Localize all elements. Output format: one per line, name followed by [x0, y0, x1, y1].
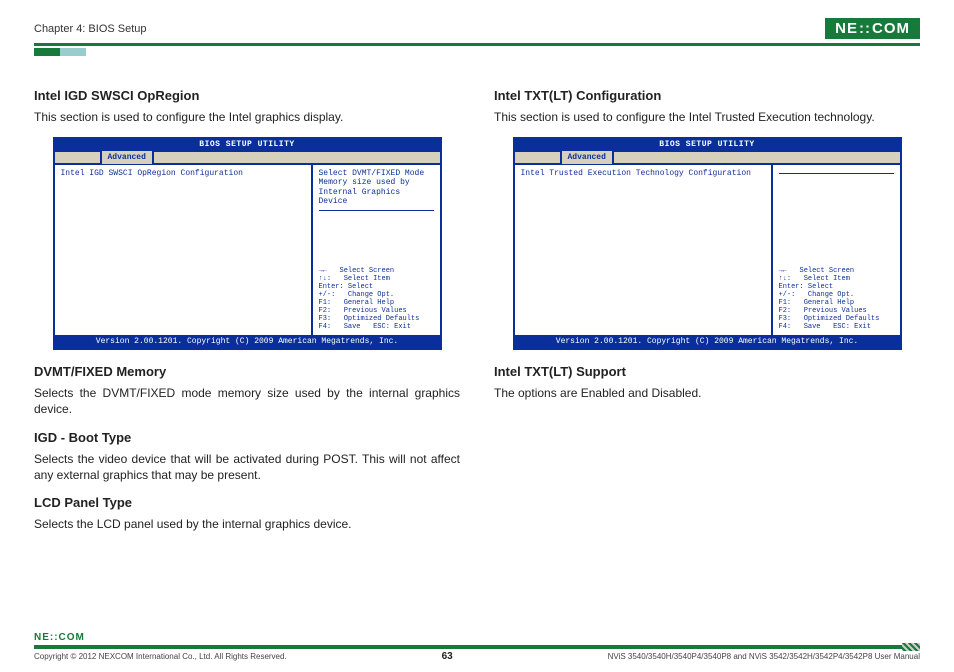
bios-row: LCD Panel Type[VBIOS Default]: [61, 199, 305, 208]
bios-row: DVMT/FIXED Memory[256MB]: [61, 181, 305, 190]
chapter-title: Chapter 4: BIOS Setup: [34, 23, 147, 35]
copyright: Copyright © 2012 NEXCOM International Co…: [34, 652, 287, 661]
bios-version: Version 2.00.1201. Copyright (C) 2009 Am…: [515, 335, 900, 348]
manual-title: NViS 3540/3540H/3540P4/3540P8 and NViS 3…: [608, 652, 920, 661]
left-column: Intel IGD SWSCI OpRegion This section is…: [34, 78, 460, 544]
section-text: Selects the video device that will be ac…: [34, 451, 460, 483]
page-number: 63: [442, 651, 453, 662]
bios-left-pane: Intel IGD SWSCI OpRegion Configuration D…: [55, 165, 313, 335]
section-heading: DVMT/FIXED Memory: [34, 364, 460, 379]
bios-row: Intel TXT(LT) Support[Disabled]: [521, 181, 765, 190]
bios-row: IGD - Boot Type[CRT + DVI]: [61, 190, 305, 199]
section-heading: LCD Panel Type: [34, 495, 460, 510]
footer-logo: NE::COM: [34, 632, 920, 643]
section-text: This section is used to configure the In…: [34, 109, 460, 125]
section-heading: Intel TXT(LT) Configuration: [494, 88, 920, 103]
bios-version: Version 2.00.1201. Copyright (C) 2009 Am…: [55, 335, 440, 348]
bios-help-text: Select DVMT/FIXED Mode Memory size used …: [319, 169, 434, 206]
bios-tab: Advanced: [560, 151, 614, 164]
section-heading: IGD - Boot Type: [34, 430, 460, 445]
section-text: Selects the LCD panel used by the intern…: [34, 516, 460, 532]
footer: NE::COM Copyright © 2012 NEXCOM Internat…: [0, 632, 954, 662]
bios-title: BIOS SETUP UTILITY: [515, 139, 900, 150]
section-text: This section is used to configure the In…: [494, 109, 920, 125]
bios-left-pane: Intel Trusted Execution Technology Confi…: [515, 165, 773, 335]
bios-screenshot-left: BIOS SETUP UTILITY Advanced Intel IGD SW…: [53, 137, 442, 350]
section-heading: Intel TXT(LT) Support: [494, 364, 920, 379]
bios-tab: Advanced: [100, 151, 154, 164]
bios-pane-heading: Intel Trusted Execution Technology Confi…: [521, 169, 765, 178]
bios-screenshot-right: BIOS SETUP UTILITY Advanced Intel Truste…: [513, 137, 902, 350]
header-rule: [34, 43, 920, 46]
logo: NE::COM: [825, 18, 920, 39]
bios-title: BIOS SETUP UTILITY: [55, 139, 440, 150]
bios-right-pane: Select DVMT/FIXED Mode Memory size used …: [313, 165, 440, 335]
section-text: The options are Enabled and Disabled.: [494, 385, 920, 401]
section-heading: Intel IGD SWSCI OpRegion: [34, 88, 460, 103]
header-accent: [34, 48, 920, 56]
section-text: Selects the DVMT/FIXED mode memory size …: [34, 385, 460, 417]
bios-pane-heading: Intel IGD SWSCI OpRegion Configuration: [61, 169, 305, 178]
right-column: Intel TXT(LT) Configuration This section…: [494, 78, 920, 544]
bios-right-pane: →← Select Screen ↑↓: Select Item Enter: …: [773, 165, 900, 335]
bios-keys: →← Select Screen ↑↓: Select Item Enter: …: [779, 267, 894, 331]
bios-keys: →← Select Screen ↑↓: Select Item Enter: …: [319, 267, 434, 331]
